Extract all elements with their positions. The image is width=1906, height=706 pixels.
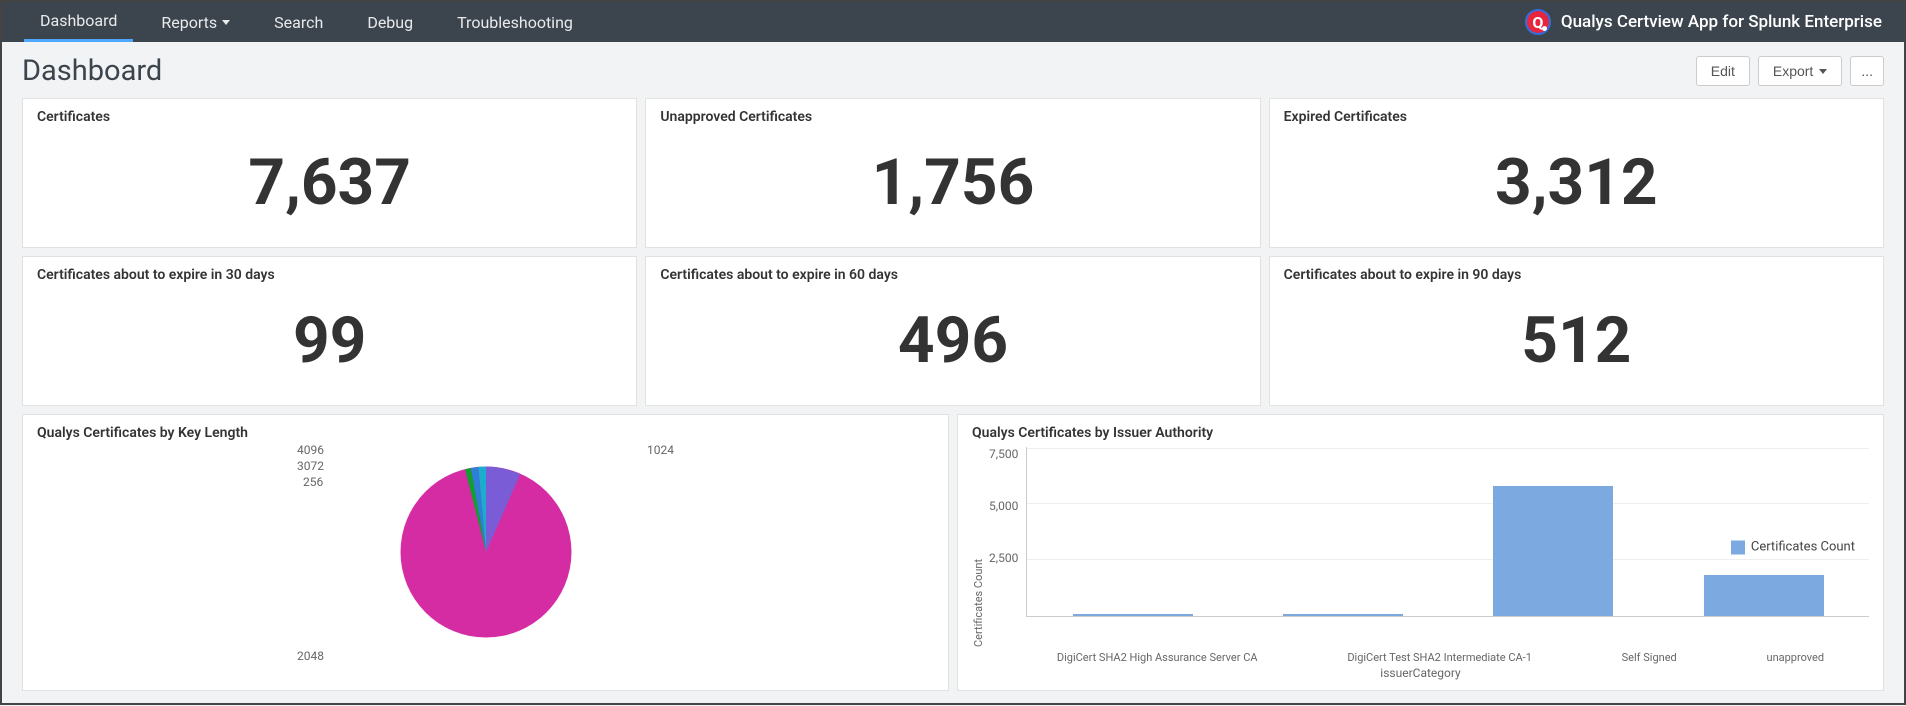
nav-right: Q Qualys Certview App for Splunk Enterpr… <box>1525 9 1882 35</box>
nav-search[interactable]: Search <box>258 2 339 42</box>
stat-unapproved: Unapproved Certificates 1,756 <box>645 98 1260 248</box>
export-button[interactable]: Export <box>1758 56 1842 86</box>
nav-dashboard[interactable]: Dashboard <box>24 2 133 42</box>
y-tick <box>1015 603 1018 617</box>
pie-label-2048: 2048 <box>297 649 324 663</box>
bar-digicert-test[interactable] <box>1283 614 1403 616</box>
stat-expire-60: Certificates about to expire in 60 days … <box>645 256 1260 406</box>
bar-chart[interactable]: Certificates Count 7,500 5,000 2,500 <box>972 447 1869 647</box>
stat-title: Unapproved Certificates <box>660 109 1245 125</box>
stat-value: 512 <box>1284 289 1869 392</box>
stat-title: Certificates about to expire in 90 days <box>1284 267 1869 283</box>
export-label: Export <box>1773 63 1813 79</box>
pie-chart-panel: Qualys Certificates by Key Length 4096 3… <box>22 414 949 691</box>
stat-title: Expired Certificates <box>1284 109 1869 125</box>
legend-label: Certificates Count <box>1751 540 1855 555</box>
x-label: unapproved <box>1767 651 1825 664</box>
legend-swatch-icon <box>1731 540 1745 554</box>
stats-row-1: Certificates 7,637 Unapproved Certificat… <box>2 98 1904 256</box>
stat-expired: Expired Certificates 3,312 <box>1269 98 1884 248</box>
nav-debug[interactable]: Debug <box>351 2 429 42</box>
bar-self-signed[interactable] <box>1493 486 1613 616</box>
nav-reports[interactable]: Reports <box>145 2 246 42</box>
stats-row-2: Certificates about to expire in 30 days … <box>2 256 1904 414</box>
nav-troubleshooting[interactable]: Troubleshooting <box>441 2 589 42</box>
x-label: Self Signed <box>1622 651 1677 664</box>
page-header: Dashboard Edit Export ... <box>2 42 1904 98</box>
stat-value: 496 <box>660 289 1245 392</box>
stat-title: Certificates <box>37 109 622 125</box>
stat-value: 1,756 <box>660 131 1245 234</box>
x-axis-label: issuerCategory <box>972 666 1869 680</box>
app-title: Qualys Certview App for Splunk Enterpris… <box>1561 12 1882 32</box>
more-button[interactable]: ... <box>1850 56 1884 86</box>
bar-unapproved[interactable] <box>1704 575 1824 616</box>
bars <box>1027 447 1869 616</box>
chevron-down-icon <box>222 20 230 25</box>
stat-certificates: Certificates 7,637 <box>22 98 637 248</box>
stat-value: 3,312 <box>1284 131 1869 234</box>
pie-label-3072: 3072 <box>297 459 324 473</box>
qualys-logo-icon: Q <box>1525 9 1551 35</box>
stat-value: 99 <box>37 289 622 392</box>
bar-chart-panel: Qualys Certificates by Issuer Authority … <box>957 414 1884 691</box>
pie-chart[interactable]: 4096 3072 256 1024 2048 <box>37 447 934 657</box>
chart-title: Qualys Certificates by Issuer Authority <box>972 425 1869 441</box>
stat-title: Certificates about to expire in 60 days <box>660 267 1245 283</box>
nav-left: Dashboard Reports Search Debug Troublesh… <box>24 2 601 42</box>
edit-button[interactable]: Edit <box>1696 56 1750 86</box>
stat-value: 7,637 <box>37 131 622 234</box>
pie-label-4096: 4096 <box>297 443 324 457</box>
x-label: DigiCert Test SHA2 Intermediate CA-1 <box>1347 651 1532 664</box>
nav-reports-label: Reports <box>161 13 217 32</box>
y-axis: 7,500 5,000 2,500 <box>989 447 1026 617</box>
chart-title: Qualys Certificates by Key Length <box>37 425 934 441</box>
y-tick: 5,000 <box>989 499 1018 513</box>
pie-label-1024: 1024 <box>647 443 674 457</box>
bar-plot <box>1026 447 1869 617</box>
charts-row: Qualys Certificates by Key Length 4096 3… <box>2 414 1904 703</box>
stat-expire-90: Certificates about to expire in 90 days … <box>1269 256 1884 406</box>
y-tick: 2,500 <box>989 551 1018 565</box>
bar-legend: Certificates Count <box>1731 540 1855 555</box>
y-axis-label: Certificates Count <box>972 447 985 647</box>
x-label: DigiCert SHA2 High Assurance Server CA <box>1057 651 1258 664</box>
page-title: Dashboard <box>22 54 162 88</box>
pie-label-256: 256 <box>303 475 323 489</box>
bar-digicert-ha[interactable] <box>1073 614 1193 616</box>
stat-title: Certificates about to expire in 30 days <box>37 267 622 283</box>
y-tick: 7,500 <box>989 447 1018 461</box>
chevron-down-icon <box>1819 69 1827 74</box>
x-labels: DigiCert SHA2 High Assurance Server CA D… <box>1012 651 1869 664</box>
navbar: Dashboard Reports Search Debug Troublesh… <box>2 2 1904 42</box>
pie-svg <box>391 457 581 647</box>
stat-expire-30: Certificates about to expire in 30 days … <box>22 256 637 406</box>
header-buttons: Edit Export ... <box>1696 56 1884 86</box>
